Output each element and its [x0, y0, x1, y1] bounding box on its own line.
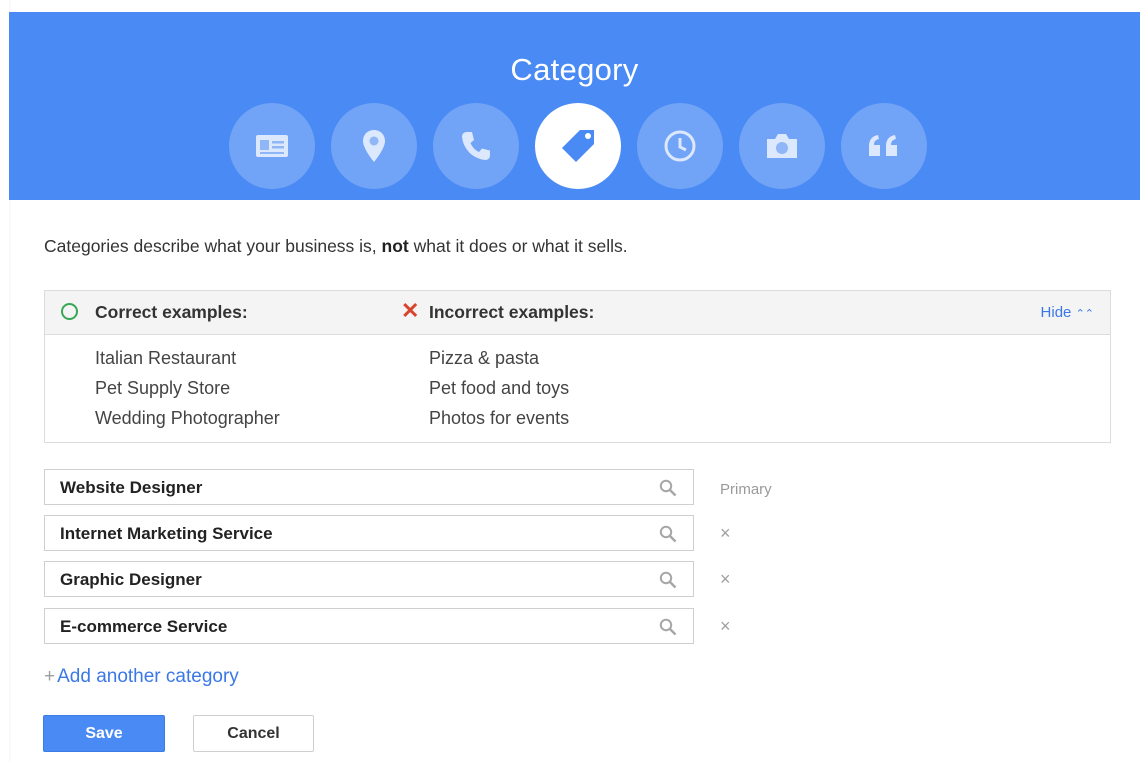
cancel-button[interactable]: Cancel	[193, 715, 314, 752]
clock-icon	[664, 130, 696, 162]
incorrect-examples-label: Incorrect examples:	[429, 302, 595, 322]
step-category[interactable]	[535, 103, 621, 189]
category-value: E-commerce Service	[60, 617, 228, 636]
correct-example-item: Italian Restaurant	[95, 348, 237, 368]
step-hours[interactable]	[637, 103, 723, 189]
correct-circle-icon	[61, 303, 78, 320]
primary-label: Primary	[720, 481, 772, 498]
category-editor-page: Category Categories describe what your b…	[0, 0, 1140, 762]
category-input-primary[interactable]: Website Designer	[44, 469, 694, 505]
search-icon[interactable]	[659, 479, 677, 497]
hide-examples-link[interactable]: Hide ⌃⌃	[1041, 304, 1094, 321]
step-info[interactable]	[229, 103, 315, 189]
description-text: Categories describe what your business i…	[44, 236, 382, 256]
header-banner: Category	[9, 12, 1140, 200]
category-value: Graphic Designer	[60, 570, 202, 589]
description-emphasis: not	[381, 236, 409, 256]
correct-example-item: Wedding Photographer	[95, 408, 280, 428]
category-input[interactable]: Internet Marketing Service	[44, 515, 694, 551]
correct-examples-list: Italian Restaurant Pet Supply Store Wedd…	[95, 343, 280, 433]
plus-icon: +	[44, 666, 56, 687]
step-icons	[229, 103, 943, 189]
incorrect-x-icon: ✕	[401, 298, 420, 323]
camera-icon	[767, 134, 797, 158]
incorrect-example-item: Photos for events	[429, 408, 570, 428]
examples-header: Correct examples: ✕ Incorrect examples: …	[45, 291, 1110, 335]
search-icon[interactable]	[659, 618, 677, 636]
contact-card-icon	[256, 135, 288, 157]
add-category-link[interactable]: + Add another category	[44, 666, 239, 688]
remove-category-icon[interactable]: ×	[720, 523, 731, 544]
phone-icon	[462, 132, 490, 160]
incorrect-example-item: Pet food and toys	[429, 378, 570, 398]
hide-label: Hide	[1040, 304, 1072, 321]
step-introduction[interactable]	[841, 103, 927, 189]
search-icon[interactable]	[659, 525, 677, 543]
description-text-end: what it does or what it sells.	[408, 236, 628, 256]
search-icon[interactable]	[659, 571, 677, 589]
correct-example-item: Pet Supply Store	[95, 378, 231, 398]
examples-panel: Correct examples: ✕ Incorrect examples: …	[44, 290, 1111, 443]
save-button[interactable]: Save	[43, 715, 165, 752]
category-value: Internet Marketing Service	[60, 524, 273, 543]
category-value: Website Designer	[60, 478, 203, 497]
step-location[interactable]	[331, 103, 417, 189]
correct-examples-label: Correct examples:	[95, 302, 248, 322]
chevron-up-icon: ⌃⌃	[1075, 308, 1094, 320]
category-input[interactable]: E-commerce Service	[44, 608, 694, 644]
incorrect-example-item: Pizza & pasta	[429, 348, 540, 368]
step-photos[interactable]	[739, 103, 825, 189]
category-description: Categories describe what your business i…	[44, 233, 804, 259]
quote-icon	[869, 135, 897, 156]
remove-category-icon[interactable]: ×	[720, 616, 731, 637]
incorrect-examples-list: Pizza & pasta Pet food and toys Photos f…	[429, 343, 569, 433]
tag-icon	[562, 130, 594, 162]
step-phone[interactable]	[433, 103, 519, 189]
remove-category-icon[interactable]: ×	[720, 569, 731, 590]
left-edge	[0, 0, 9, 762]
add-category-label: Add another category	[57, 666, 239, 687]
category-input[interactable]: Graphic Designer	[44, 561, 694, 597]
location-pin-icon	[363, 130, 385, 162]
page-title: Category	[510, 52, 639, 87]
